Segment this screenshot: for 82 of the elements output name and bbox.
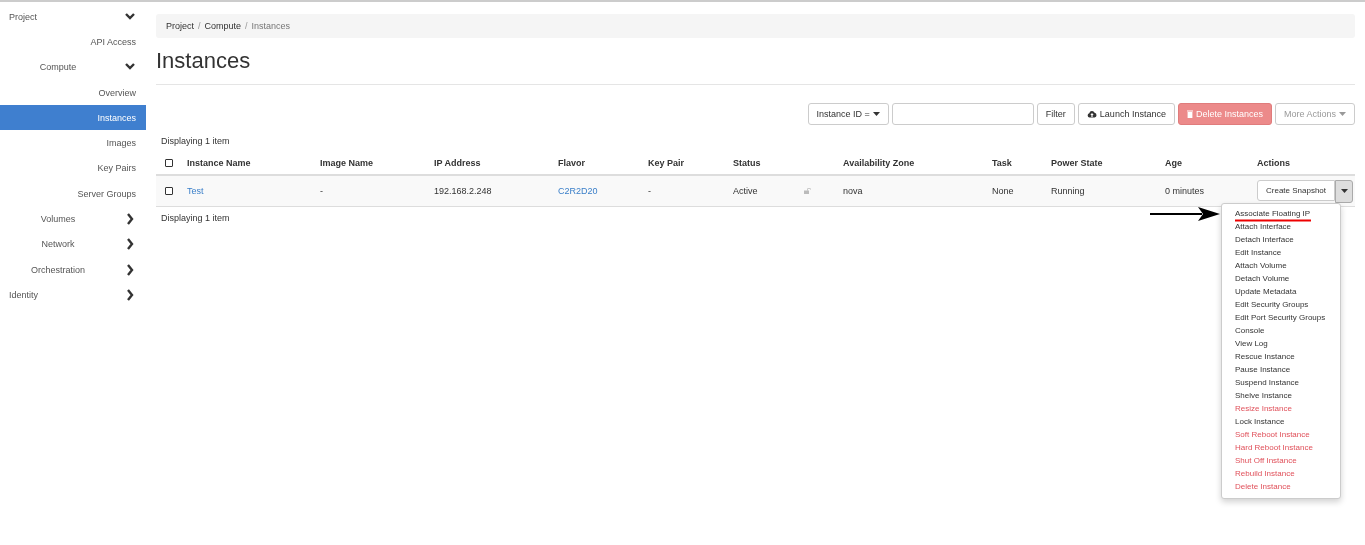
sidebar-item[interactable]: Key Pairs bbox=[0, 155, 146, 182]
menu-item[interactable]: Hard Reboot Instance bbox=[1222, 442, 1340, 453]
item-count: Displaying 1 item bbox=[161, 136, 230, 147]
sidebar-item[interactable]: API Access bbox=[0, 29, 146, 55]
dropdown-toggle[interactable] bbox=[1335, 179, 1354, 203]
column-header: Image Name bbox=[320, 158, 374, 168]
sidebar-group[interactable]: Orchestration bbox=[0, 256, 146, 283]
menu-item[interactable]: Detach Interface bbox=[1222, 234, 1340, 245]
column-header: Status bbox=[733, 158, 761, 168]
menu-item[interactable]: Rebuild Instance bbox=[1222, 468, 1340, 479]
breadcrumb-item[interactable]: Project bbox=[166, 21, 194, 31]
sidebar-section[interactable]: Project bbox=[0, 4, 146, 30]
column-header: Age bbox=[1165, 158, 1182, 168]
table-cell: None bbox=[992, 186, 1014, 196]
menu-item[interactable]: Console bbox=[1222, 325, 1340, 336]
menu-item[interactable]: Pause Instance bbox=[1222, 364, 1340, 375]
menu-item[interactable]: Attach Volume bbox=[1222, 260, 1340, 271]
caret-icon bbox=[1340, 189, 1348, 193]
sidebar-section[interactable]: Identity bbox=[0, 282, 146, 308]
table-cell: - bbox=[648, 186, 651, 196]
sidebar-group[interactable]: Volumes bbox=[0, 206, 146, 232]
table-link[interactable]: Test bbox=[187, 186, 204, 196]
sidebar-item[interactable]: Server Groups bbox=[0, 181, 146, 207]
row-checkbox[interactable] bbox=[165, 187, 173, 195]
breadcrumb-item: Instances bbox=[251, 21, 291, 31]
menu-item[interactable]: Associate Floating IP bbox=[1222, 208, 1340, 219]
menu-item[interactable]: Edit Instance bbox=[1222, 247, 1340, 258]
annotation-arrow bbox=[1150, 207, 1220, 221]
table-cell: - bbox=[320, 186, 323, 196]
chevron-right-icon bbox=[124, 238, 136, 251]
column-header: Actions bbox=[1257, 158, 1290, 168]
column-header: Task bbox=[992, 158, 1012, 168]
menu-item[interactable]: Lock Instance bbox=[1222, 416, 1340, 427]
menu-item[interactable]: Detach Volume bbox=[1222, 273, 1340, 284]
sidebar-group[interactable]: Network bbox=[0, 231, 146, 257]
column-header: Availability Zone bbox=[843, 158, 915, 168]
column-header: Power State bbox=[1051, 158, 1103, 168]
caret-icon bbox=[1339, 112, 1346, 116]
menu-item[interactable]: Delete Instance bbox=[1222, 481, 1340, 492]
table-link[interactable]: C2R2D20 bbox=[558, 186, 598, 196]
menu-item[interactable]: Edit Port Security Groups bbox=[1222, 312, 1340, 323]
table-cell: Running bbox=[1051, 186, 1085, 196]
menu-item[interactable]: Rescue Instance bbox=[1222, 351, 1340, 362]
table-cell: 0 minutes bbox=[1165, 186, 1205, 196]
sidebar-group[interactable]: Compute bbox=[0, 54, 146, 80]
menu-item[interactable]: Resize Instance bbox=[1222, 403, 1340, 414]
filter-button[interactable]: Filter bbox=[1036, 103, 1075, 125]
table-cell: 192.168.2.248 bbox=[434, 186, 492, 196]
menu-item[interactable]: Soft Reboot Instance bbox=[1222, 429, 1340, 440]
breadcrumb-separator: / bbox=[198, 21, 201, 31]
caret-icon bbox=[872, 112, 880, 116]
create-snapshot-button[interactable]: Create Snapshot bbox=[1257, 179, 1336, 201]
chevron-right-icon bbox=[124, 288, 136, 301]
chevron-right-icon bbox=[124, 213, 136, 225]
page-title: Instances bbox=[156, 48, 1355, 85]
filter-select[interactable]: Instance ID = bbox=[807, 103, 889, 125]
sidebar-item[interactable]: Images bbox=[0, 130, 146, 156]
item-count: Displaying 1 item bbox=[161, 213, 230, 223]
menu-item[interactable]: Update Metadata bbox=[1222, 286, 1340, 297]
chevron-right-icon bbox=[124, 263, 136, 276]
search-field[interactable] bbox=[891, 103, 1034, 125]
menu-item[interactable]: Attach Interface bbox=[1222, 221, 1340, 232]
sidebar-item[interactable]: Instances bbox=[0, 105, 146, 131]
unlocked-padlock-icon bbox=[804, 188, 811, 194]
menu-item[interactable]: Suspend Instance bbox=[1222, 377, 1340, 388]
menu-item[interactable]: View Log bbox=[1222, 338, 1340, 349]
menu-item[interactable]: Shut Off Instance bbox=[1222, 455, 1340, 466]
column-header: IP Address bbox=[434, 158, 481, 168]
breadcrumb-item[interactable]: Compute bbox=[204, 21, 242, 31]
trash-icon bbox=[1186, 110, 1193, 118]
menu-item[interactable]: Edit Security Groups bbox=[1222, 299, 1340, 310]
breadcrumb-separator: / bbox=[245, 21, 248, 31]
cloud-upload-icon bbox=[1086, 110, 1097, 118]
launch-button[interactable]: Launch Instance bbox=[1077, 103, 1175, 125]
select-all-checkbox[interactable] bbox=[165, 159, 173, 167]
column-header: Key Pair bbox=[648, 158, 685, 168]
column-header: Instance Name bbox=[187, 158, 251, 168]
table-cell: Active bbox=[733, 186, 758, 196]
sidebar-item[interactable]: Overview bbox=[0, 79, 146, 106]
table-cell: nova bbox=[843, 186, 863, 196]
menu-item[interactable]: Shelve Instance bbox=[1222, 390, 1340, 401]
column-header: Flavor bbox=[558, 158, 585, 168]
